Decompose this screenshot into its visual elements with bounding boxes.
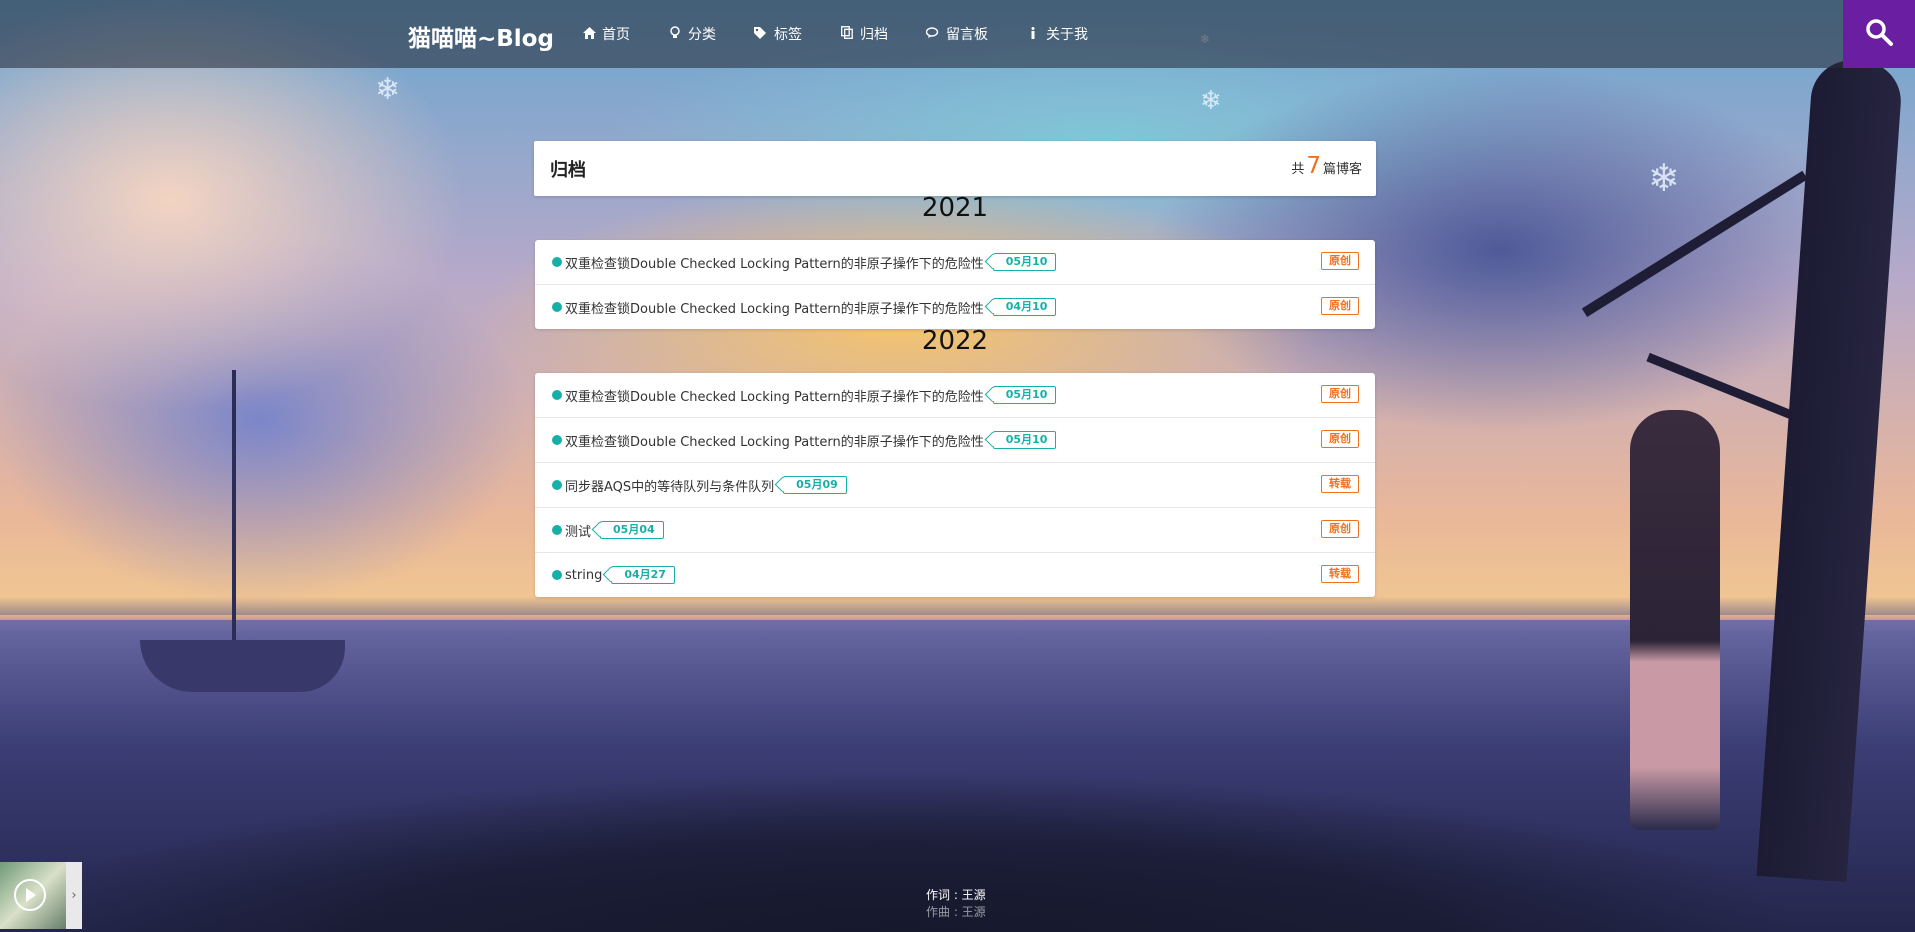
post-row[interactable]: string 04月27 转载 [535,553,1375,597]
bullet-dot [552,480,562,490]
year-heading: 2022 [921,326,989,356]
info-icon [1026,26,1040,42]
nav-label: 首页 [602,27,630,43]
top-navbar: 猫喵喵~Blog 首页 分类 标签 归档 留言板 关于我 [0,0,1915,68]
post-title[interactable]: 双重检查锁Double Checked Locking Pattern的非原子操… [565,253,984,272]
bullet-dot [552,390,562,400]
home-icon [582,26,596,42]
lyric-line: 作曲 : 王源 [926,905,986,919]
nav-label: 关于我 [1046,27,1088,43]
bullet-dot [552,257,562,267]
post-title[interactable]: 测试 [565,521,591,540]
nav-label: 标签 [774,27,802,43]
archive-title: 归档 [550,160,586,181]
post-row[interactable]: 双重检查锁Double Checked Locking Pattern的非原子操… [535,240,1375,285]
post-date-badge: 05月09 [783,476,847,494]
nav-label: 留言板 [946,27,988,43]
lightbulb-icon [668,26,682,42]
lyrics-display: 作词 : 王源 作曲 : 王源 [926,887,986,921]
post-date-badge: 05月10 [992,386,1057,404]
post-type-badge: 原创 [1321,520,1359,538]
tags-icon [754,26,768,42]
lyric-line: 作词 : 王源 [926,888,986,902]
post-date-badge: 04月10 [992,298,1057,316]
background-boat [140,640,345,692]
nav-item-home[interactable]: 首页 [582,24,630,44]
count-prefix: 共 [1291,162,1305,177]
post-row[interactable]: 双重检查锁Double Checked Locking Pattern的非原子操… [535,373,1375,418]
post-list-2022: 双重检查锁Double Checked Locking Pattern的非原子操… [535,373,1375,597]
bullet-dot [552,525,562,535]
nav-item-category[interactable]: 分类 [668,24,716,44]
snowflake-icon: ❄ [1200,86,1222,116]
post-row[interactable]: 测试 05月04 原创 [535,508,1375,553]
archive-post-count: 共 7 篇博客 [1291,153,1362,179]
post-type-badge: 原创 [1321,297,1359,315]
main-nav: 首页 分类 标签 归档 留言板 关于我 [582,0,1126,68]
nav-item-guestbook[interactable]: 留言板 [925,24,988,44]
post-row[interactable]: 双重检查锁Double Checked Locking Pattern的非原子操… [535,418,1375,463]
nav-item-archive[interactable]: 归档 [840,24,888,44]
count-number: 7 [1306,153,1321,179]
post-type-badge: 转载 [1321,475,1359,493]
nav-label: 分类 [688,27,716,43]
nav-label: 归档 [860,27,888,43]
search-button[interactable] [1843,0,1915,68]
background-tree-branch [1581,170,1808,318]
post-list-2021: 双重检查锁Double Checked Locking Pattern的非原子操… [535,240,1375,329]
search-icon [1865,18,1893,50]
post-title[interactable]: 双重检查锁Double Checked Locking Pattern的非原子操… [565,386,984,405]
post-date-badge: 05月10 [992,253,1057,271]
post-row[interactable]: 同步器AQS中的等待队列与条件队列 05月09 转载 [535,463,1375,508]
snowflake-icon: ❄ [375,72,401,107]
post-date-badge: 05月10 [992,431,1057,449]
bullet-dot [552,570,562,580]
archive-header-card: 归档 共 7 篇博客 [534,141,1376,196]
post-date-badge: 04月27 [611,566,675,584]
post-row[interactable]: 双重检查锁Double Checked Locking Pattern的非原子操… [535,285,1375,329]
year-heading: 2021 [921,193,989,223]
background-boat-mast [232,370,236,645]
site-brand[interactable]: 猫喵喵~Blog [408,19,554,53]
snowflake-icon: ❄ [1648,156,1680,200]
post-type-badge: 原创 [1321,430,1359,448]
post-title[interactable]: 同步器AQS中的等待队列与条件队列 [565,476,774,495]
count-suffix: 篇博客 [1322,162,1362,177]
bullet-dot [552,302,562,312]
comments-icon [925,26,940,42]
nav-item-tags[interactable]: 标签 [754,24,802,44]
play-button[interactable] [14,879,46,911]
music-player: › [0,862,82,929]
post-title[interactable]: string [565,568,602,583]
bullet-dot [552,435,562,445]
copy-icon [840,26,854,42]
post-type-badge: 原创 [1321,385,1359,403]
nav-item-about[interactable]: 关于我 [1026,24,1088,44]
album-cover [0,862,66,929]
post-date-badge: 05月04 [600,521,664,539]
post-title[interactable]: 双重检查锁Double Checked Locking Pattern的非原子操… [565,431,984,450]
post-title[interactable]: 双重检查锁Double Checked Locking Pattern的非原子操… [565,298,984,317]
post-type-badge: 转载 [1321,565,1359,583]
chevron-right-icon[interactable]: › [66,862,82,929]
post-type-badge: 原创 [1321,252,1359,270]
